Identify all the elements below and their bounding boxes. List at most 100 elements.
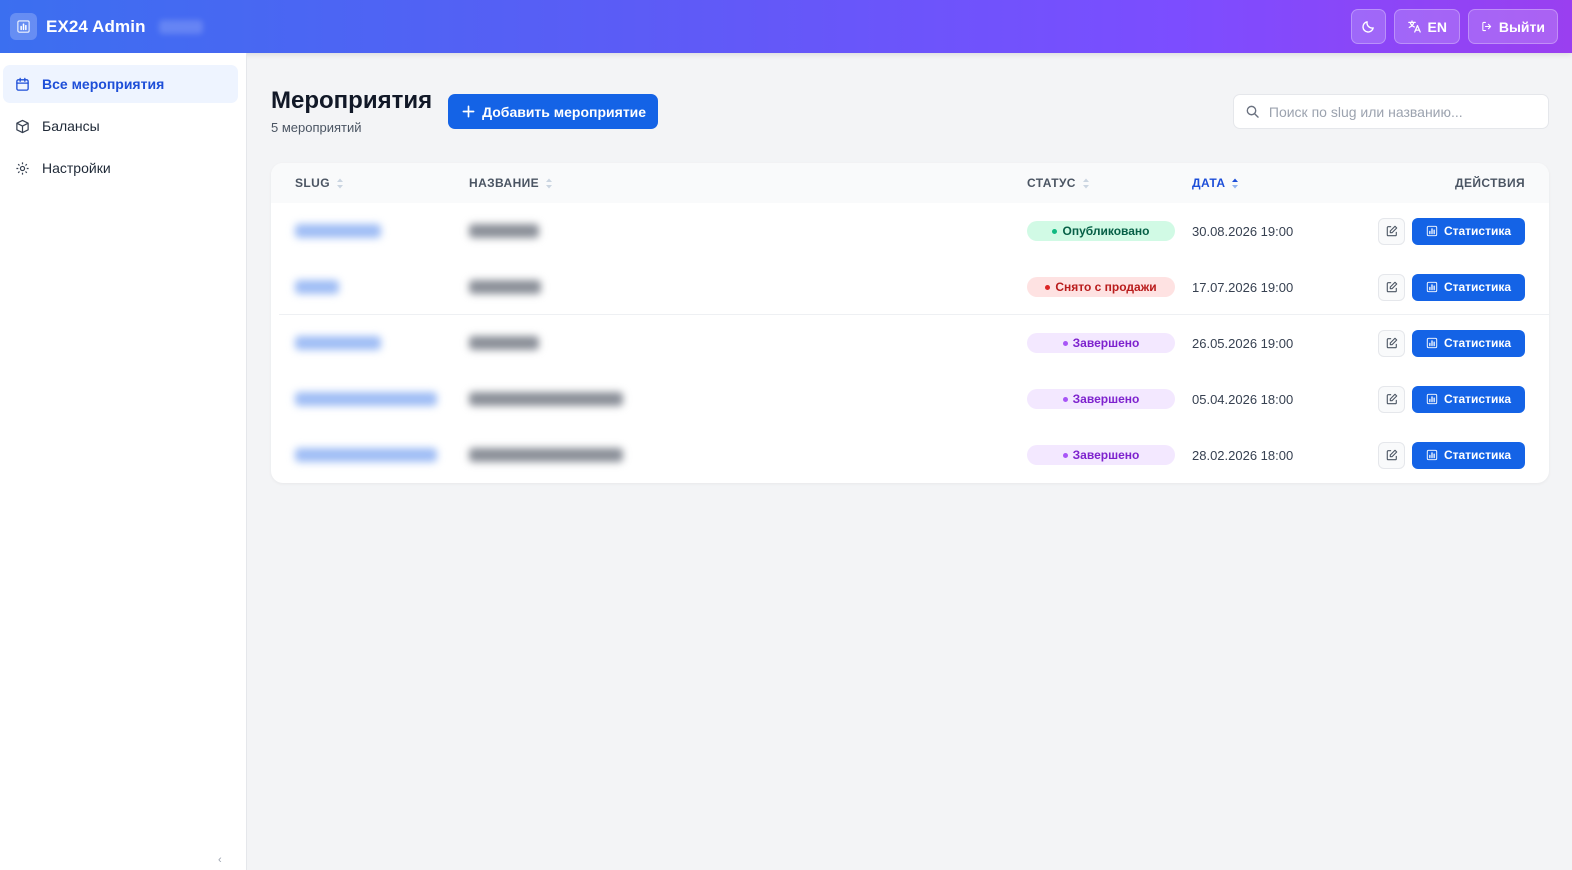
- status-dot: [1052, 228, 1058, 234]
- column-label: СТАТУС: [1027, 176, 1076, 190]
- name-cell: [469, 315, 539, 371]
- column-label: ДЕЙСТВИЯ: [1455, 176, 1525, 190]
- add-event-label: Добавить мероприятие: [482, 103, 647, 120]
- moon-icon: [1362, 21, 1374, 33]
- status-label: Снято с продажи: [1055, 280, 1157, 294]
- chart-logo-icon: [10, 13, 37, 40]
- edit-button[interactable]: [1378, 259, 1405, 315]
- edit-button[interactable]: [1378, 203, 1405, 259]
- redacted-name: [469, 280, 541, 294]
- status-cell: Снято с продажи: [1027, 259, 1175, 315]
- column-header-status[interactable]: СТАТУС: [1027, 163, 1090, 203]
- status-label: Завершено: [1072, 336, 1140, 350]
- search-box[interactable]: [1233, 94, 1549, 129]
- column-label: ДАТА: [1192, 176, 1226, 190]
- sidebar-item-balances[interactable]: Балансы: [3, 107, 238, 145]
- table-row: Завершено 26.05.2026 19:00 Статистика: [271, 315, 1549, 371]
- column-label: НАЗВАНИЕ: [469, 176, 540, 190]
- status-cell: Завершено: [1027, 427, 1175, 483]
- date-cell: 05.04.2026 18:00: [1192, 391, 1294, 407]
- edit-icon: [1386, 225, 1397, 237]
- status-cell: Завершено: [1027, 371, 1175, 427]
- theme-toggle-button[interactable]: [1351, 9, 1386, 44]
- page-header: Мероприятия 5 мероприятий Добавить мероп…: [271, 87, 659, 135]
- statistics-label: Статистика: [1443, 448, 1512, 462]
- statistics-button[interactable]: Статистика: [1412, 371, 1525, 427]
- search-input[interactable]: [1268, 103, 1537, 120]
- slug-cell[interactable]: [295, 203, 381, 259]
- status-dot: [1062, 340, 1068, 346]
- status-dot: [1045, 284, 1051, 290]
- edit-icon: [1386, 393, 1397, 405]
- date-cell: 28.02.2026 18:00: [1192, 447, 1294, 463]
- box-icon: [14, 118, 30, 134]
- column-header-slug[interactable]: SLUG: [295, 163, 344, 203]
- edit-icon: [1386, 449, 1397, 461]
- slug-cell[interactable]: [295, 315, 381, 371]
- name-cell: [469, 259, 541, 315]
- statistics-label: Статистика: [1443, 280, 1512, 294]
- column-header-name[interactable]: НАЗВАНИЕ: [469, 163, 553, 203]
- translate-icon: [1408, 20, 1421, 33]
- app-title: EX24 Admin: [46, 16, 146, 36]
- slug-cell[interactable]: [295, 427, 437, 483]
- sidebar-item-label: Балансы: [42, 118, 100, 134]
- status-badge: Завершено: [1027, 333, 1175, 353]
- chart-icon: [1426, 281, 1438, 293]
- chart-icon: [1426, 393, 1438, 405]
- search-icon: [1246, 105, 1259, 118]
- statistics-button[interactable]: Статистика: [1412, 427, 1525, 483]
- sidebar-item-events[interactable]: Все мероприятия: [3, 65, 238, 103]
- redacted-name: [469, 336, 539, 350]
- date-cell: 26.05.2026 19:00: [1192, 335, 1294, 351]
- redacted-slug: [295, 280, 339, 294]
- page-title: Мероприятия: [271, 87, 433, 114]
- language-button[interactable]: EN: [1394, 9, 1460, 44]
- logout-label: Выйти: [1498, 18, 1545, 35]
- table-row: Снято с продажи 17.07.2026 19:00 Статист…: [271, 259, 1549, 315]
- redacted-name: [469, 224, 539, 238]
- column-label: SLUG: [295, 176, 330, 190]
- sort-icon: [1082, 178, 1089, 188]
- statistics-label: Статистика: [1443, 336, 1512, 350]
- statistics-button[interactable]: Статистика: [1412, 259, 1525, 315]
- add-event-button[interactable]: Добавить мероприятие: [448, 94, 659, 129]
- name-cell: [469, 203, 539, 259]
- sidebar-collapse-handle[interactable]: ‹: [218, 854, 222, 866]
- status-dot: [1062, 396, 1068, 402]
- sidebar: Все мероприятия Балансы Настройки ‹: [0, 53, 247, 870]
- statistics-button[interactable]: Статистика: [1412, 315, 1525, 371]
- redacted-name: [469, 448, 623, 462]
- brand[interactable]: EX24 Admin: [10, 13, 203, 40]
- column-header-date[interactable]: ДАТА: [1192, 163, 1239, 203]
- name-cell: [469, 427, 623, 483]
- events-table: SLUG НАЗВАНИЕ СТАТУС ДАТА ДЕЙСТВИЯ Опубл…: [271, 163, 1549, 483]
- events-count: 5 мероприятий: [271, 120, 362, 135]
- slug-cell[interactable]: [295, 371, 437, 427]
- language-label: EN: [1427, 18, 1447, 35]
- edit-button[interactable]: [1378, 427, 1405, 483]
- redacted-slug: [295, 392, 437, 406]
- status-cell: Завершено: [1027, 315, 1175, 371]
- status-label: Опубликовано: [1062, 224, 1150, 238]
- sort-active-icon: [1232, 178, 1239, 188]
- slug-cell[interactable]: [295, 259, 339, 315]
- statistics-button[interactable]: Статистика: [1412, 203, 1525, 259]
- sort-icon: [546, 178, 553, 188]
- logout-button[interactable]: Выйти: [1468, 9, 1558, 44]
- name-cell: [469, 371, 623, 427]
- edit-icon: [1386, 281, 1397, 293]
- edit-button[interactable]: [1378, 315, 1405, 371]
- sidebar-item-settings[interactable]: Настройки: [3, 149, 238, 187]
- date-cell: 17.07.2026 19:00: [1192, 279, 1294, 295]
- statistics-label: Статистика: [1443, 224, 1512, 238]
- date-cell: 30.08.2026 19:00: [1192, 223, 1294, 239]
- edit-button[interactable]: [1378, 371, 1405, 427]
- redacted-brand-extra: [158, 19, 203, 34]
- status-badge: Завершено: [1027, 389, 1175, 409]
- redacted-name: [469, 392, 623, 406]
- calendar-icon: [14, 76, 30, 92]
- status-badge: Опубликовано: [1027, 221, 1175, 241]
- logout-icon: [1482, 21, 1492, 32]
- chart-icon: [1426, 449, 1438, 461]
